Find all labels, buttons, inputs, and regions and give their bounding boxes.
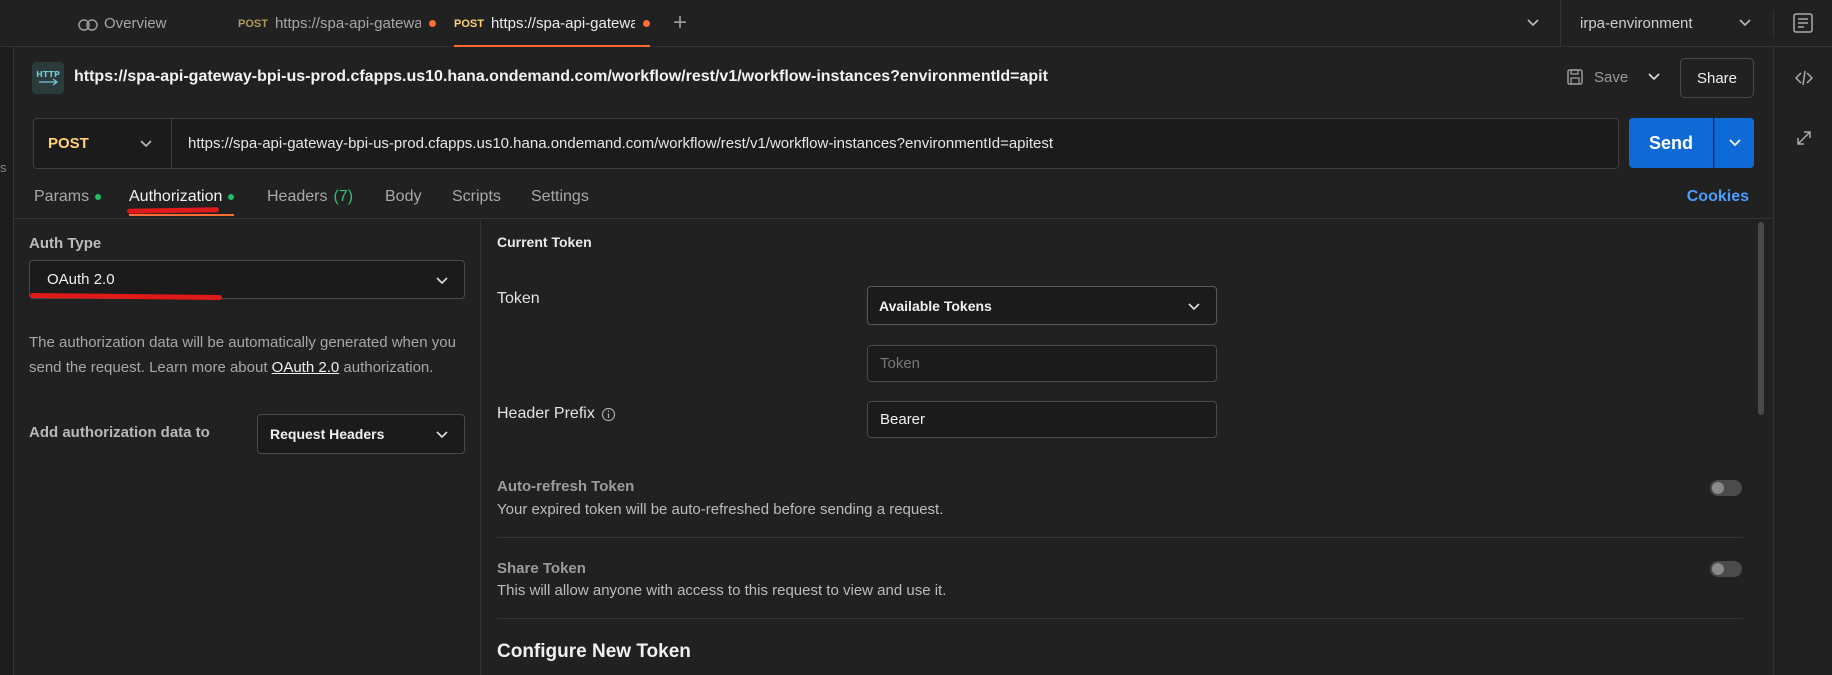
- environment-quick-look-icon[interactable]: [1792, 12, 1814, 34]
- params-status-dot: [95, 194, 102, 200]
- url-bar: POST https://spa-api-gateway-bpi-us-prod…: [33, 118, 1619, 169]
- share-label: Share: [1696, 69, 1738, 87]
- auth-type-chevron-down-icon: [436, 277, 448, 285]
- panel-divider: [480, 220, 481, 675]
- send-options-button[interactable]: [1714, 118, 1754, 168]
- method-chevron-down-icon: [140, 140, 152, 148]
- right-context-bar: [1773, 47, 1832, 675]
- tab-overview[interactable]: Overview: [78, 0, 228, 47]
- tab-params[interactable]: Params: [34, 188, 102, 206]
- token-input[interactable]: Token: [867, 345, 1217, 382]
- overview-icon: [78, 18, 98, 31]
- available-tokens-chevron-down-icon: [1188, 303, 1200, 311]
- save-button[interactable]: Save: [1566, 58, 1628, 96]
- configure-new-token-heading: Configure New Token: [497, 641, 691, 662]
- tab-body[interactable]: Body: [385, 188, 421, 206]
- scrollbar[interactable]: [1758, 222, 1764, 415]
- toggle-knob: [1712, 482, 1724, 494]
- tab-method: POST: [238, 17, 268, 30]
- authorization-status-dot: [228, 194, 235, 200]
- tab-bar: Overview POST https://spa-api-gateway-bp…: [0, 0, 1832, 47]
- auto-refresh-title: Auto-refresh Token: [497, 478, 635, 495]
- tab-params-label: Params: [34, 188, 90, 205]
- environment-select[interactable]: irpa-environment: [1580, 0, 1750, 47]
- unsaved-dot: [428, 20, 436, 27]
- add-auth-chevron-down-icon: [436, 431, 448, 439]
- headers-count: (7): [333, 188, 354, 205]
- auth-description: The authorization data will be automatic…: [29, 330, 469, 380]
- header-prefix-label-text: Header Prefix: [497, 405, 595, 422]
- cookies-link[interactable]: Cookies: [1687, 188, 1749, 206]
- method-value: POST: [48, 135, 89, 152]
- send-button[interactable]: Send: [1629, 118, 1713, 168]
- request-title[interactable]: https://spa-api-gateway-bpi-us-prod.cfap…: [74, 68, 1074, 86]
- tab-method: POST: [454, 17, 484, 30]
- available-tokens-select[interactable]: Available Tokens: [867, 286, 1217, 325]
- add-auth-data-value: Request Headers: [270, 426, 385, 442]
- environment-value: irpa-environment: [1580, 15, 1693, 32]
- add-auth-data-label: Add authorization data to: [29, 424, 210, 441]
- unsaved-dot: [643, 20, 650, 27]
- divider: [1773, 10, 1774, 38]
- tab-request-1[interactable]: POST https://spa-api-gateway-bpi-us-prod…: [238, 0, 438, 47]
- auth-type-value: OAuth 2.0: [47, 271, 115, 288]
- tab-authorization-label: Authorization: [129, 188, 223, 205]
- share-button[interactable]: Share: [1680, 58, 1754, 98]
- svg-text:HTTP: HTTP: [36, 70, 60, 79]
- tab-title: https://spa-api-gateway-bpi-us-prod.cfap…: [490, 15, 635, 32]
- url-input[interactable]: https://spa-api-gateway-bpi-us-prod.cfap…: [188, 119, 1053, 168]
- share-token-title: Share Token: [497, 560, 586, 577]
- tab-overview-label: Overview: [104, 15, 167, 32]
- request-subtabs: Params Authorization Headers (7) Body Sc…: [14, 183, 1773, 219]
- left-sidebar-edge: s: [0, 0, 14, 675]
- divider: [497, 618, 1743, 619]
- environment-chevron-down-icon[interactable]: [1737, 12, 1753, 34]
- divider: [497, 537, 1743, 538]
- tab-scripts[interactable]: Scripts: [452, 188, 501, 206]
- http-request-icon: HTTP: [32, 62, 64, 94]
- related-collections-icon[interactable]: [1793, 127, 1815, 149]
- token-label: Token: [497, 290, 540, 308]
- save-label: Save: [1594, 68, 1629, 86]
- tab-headers[interactable]: Headers (7): [267, 188, 353, 206]
- method-select[interactable]: POST: [34, 119, 172, 168]
- auto-refresh-description: Your expired token will be auto-refreshe…: [497, 501, 944, 518]
- info-icon[interactable]: [601, 407, 616, 422]
- save-options-chevron-down-icon[interactable]: [1646, 68, 1662, 86]
- auth-type-label: Auth Type: [29, 235, 102, 252]
- tab-title: https://spa-api-gateway-bpi-us-prod.cfap…: [274, 15, 421, 32]
- code-snippet-icon[interactable]: [1793, 67, 1815, 89]
- tab-headers-label: Headers: [267, 188, 328, 205]
- tab-body-label: Body: [385, 188, 422, 205]
- tab-settings[interactable]: Settings: [531, 188, 589, 206]
- toggle-knob: [1712, 563, 1724, 575]
- header-prefix-input[interactable]: Bearer: [867, 401, 1217, 438]
- tab-authorization[interactable]: Authorization: [129, 188, 235, 216]
- available-tokens-value: Available Tokens: [879, 297, 992, 314]
- send-label: Send: [1648, 132, 1693, 153]
- new-tab-plus-icon[interactable]: +: [673, 9, 687, 37]
- current-token-heading: Current Token: [497, 234, 592, 250]
- tab-settings-label: Settings: [531, 188, 589, 205]
- add-auth-data-select[interactable]: Request Headers: [257, 414, 465, 454]
- oauth-learn-more-link[interactable]: OAuth 2.0: [272, 359, 340, 376]
- truncated-sidebar-glyph: s: [0, 160, 7, 175]
- header-prefix-label: Header Prefix: [497, 405, 616, 423]
- divider: [1560, 0, 1561, 47]
- share-token-description: This will allow anyone with access to th…: [497, 582, 947, 599]
- tab-request-2-active[interactable]: POST https://spa-api-gateway-bpi-us-prod…: [454, 0, 650, 47]
- token-label-text: Token: [497, 290, 540, 307]
- auth-desc-text-end: authorization.: [339, 359, 434, 376]
- share-token-toggle[interactable]: [1710, 561, 1742, 577]
- tab-scripts-label: Scripts: [452, 188, 501, 205]
- auto-refresh-toggle[interactable]: [1710, 480, 1742, 496]
- save-icon: [1567, 69, 1583, 85]
- tabs-dropdown-chevron-down-icon[interactable]: [1525, 12, 1541, 34]
- send-options-chevron-down-icon: [1728, 139, 1741, 147]
